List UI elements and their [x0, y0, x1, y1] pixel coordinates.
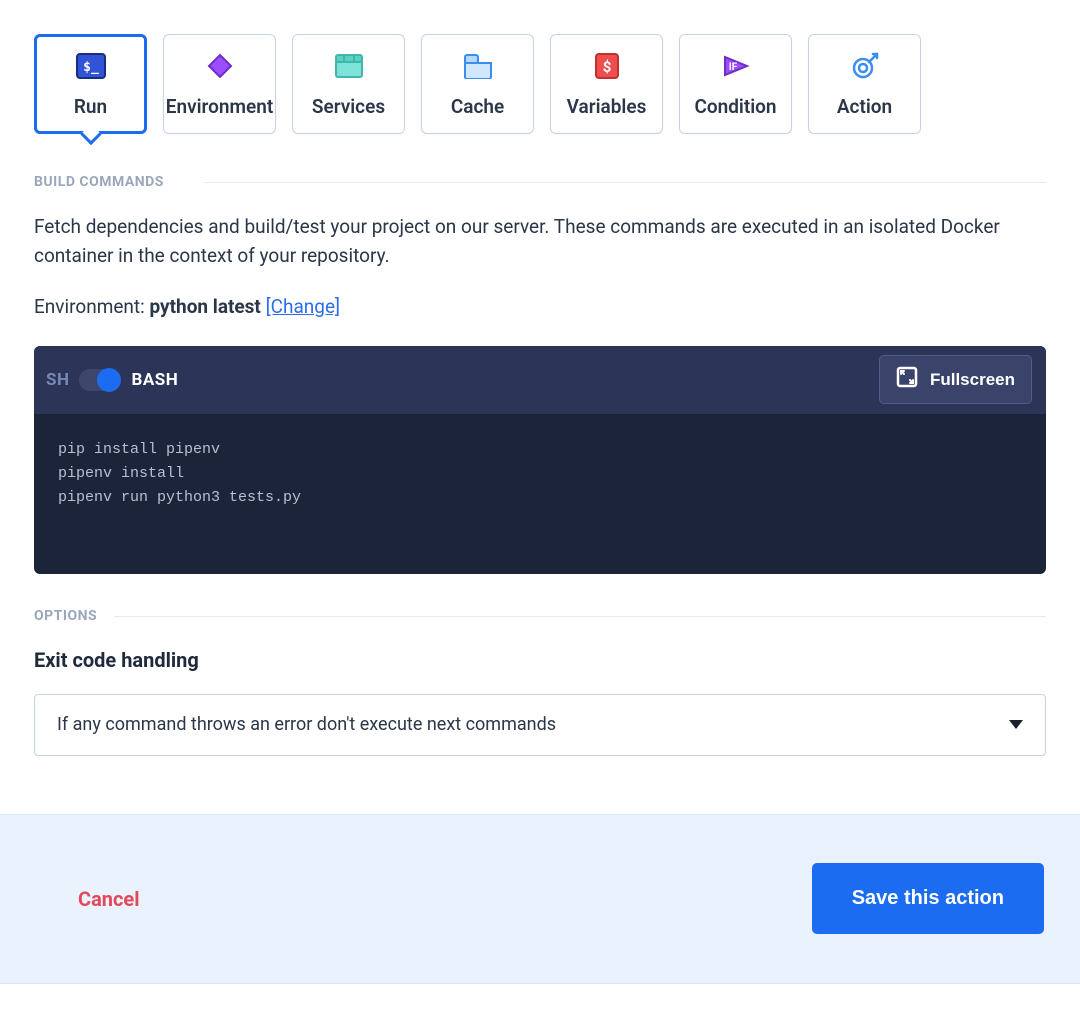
tab-label: Services — [312, 95, 385, 118]
tab-label: Variables — [567, 95, 647, 118]
tab-label: Environment — [166, 95, 273, 118]
bash-label: BASH — [131, 370, 178, 390]
footer: Cancel Save this action — [0, 814, 1080, 984]
fullscreen-icon — [896, 366, 918, 393]
dollar-file-icon: $ — [591, 51, 623, 81]
svg-text:IF: IF — [728, 62, 737, 73]
folder-icon — [462, 51, 494, 81]
build-description: Fetch dependencies and build/test your p… — [34, 212, 1046, 271]
shell-toggle-group: SH BASH — [46, 369, 178, 391]
exit-code-label: Exit code handling — [34, 648, 1046, 672]
tab-label: Cache — [451, 95, 504, 118]
svg-text:$_: $_ — [83, 60, 99, 75]
exit-code-select[interactable]: If any command throws an error don't exe… — [34, 694, 1046, 756]
environment-prefix: Environment: — [34, 295, 149, 318]
cancel-button[interactable]: Cancel — [78, 887, 140, 911]
fullscreen-label: Fullscreen — [930, 370, 1015, 390]
build-commands-heading: BUILD COMMANDS — [34, 174, 1046, 190]
tab-cache[interactable]: Cache — [421, 34, 534, 134]
exit-code-value: If any command throws an error don't exe… — [57, 714, 556, 735]
code-editor: SH BASH Fullscreen pip install pipenv pi… — [34, 346, 1046, 574]
target-icon — [849, 51, 881, 81]
tab-label: Action — [837, 95, 892, 118]
save-action-button[interactable]: Save this action — [812, 863, 1044, 934]
terminal-icon: $_ — [75, 51, 107, 81]
tab-run[interactable]: $_ Run — [34, 34, 147, 134]
chevron-down-icon — [1009, 720, 1023, 729]
tab-condition[interactable]: IF Condition — [679, 34, 792, 134]
tab-variables[interactable]: $ Variables — [550, 34, 663, 134]
diamond-icon — [204, 51, 236, 81]
change-environment-link[interactable]: [Change] — [266, 295, 340, 318]
tabs: $_ Run Environment Services Cache $ — [34, 34, 1046, 134]
environment-value: python latest — [149, 295, 260, 318]
editor-header: SH BASH Fullscreen — [34, 346, 1046, 414]
sh-label: SH — [46, 370, 69, 390]
options-heading: OPTIONS — [34, 608, 1046, 624]
environment-line: Environment: python latest [Change] — [34, 295, 1046, 318]
tab-services[interactable]: Services — [292, 34, 405, 134]
tab-label: Run — [74, 95, 107, 118]
tab-label: Condition — [694, 95, 776, 118]
svg-text:$: $ — [602, 58, 611, 76]
play-if-icon: IF — [720, 51, 752, 81]
package-icon — [333, 51, 365, 81]
tab-action[interactable]: Action — [808, 34, 921, 134]
tab-environment[interactable]: Environment — [163, 34, 276, 134]
code-textarea[interactable]: pip install pipenv pipenv install pipenv… — [34, 414, 1046, 574]
shell-toggle[interactable] — [79, 369, 121, 391]
fullscreen-button[interactable]: Fullscreen — [879, 355, 1032, 404]
